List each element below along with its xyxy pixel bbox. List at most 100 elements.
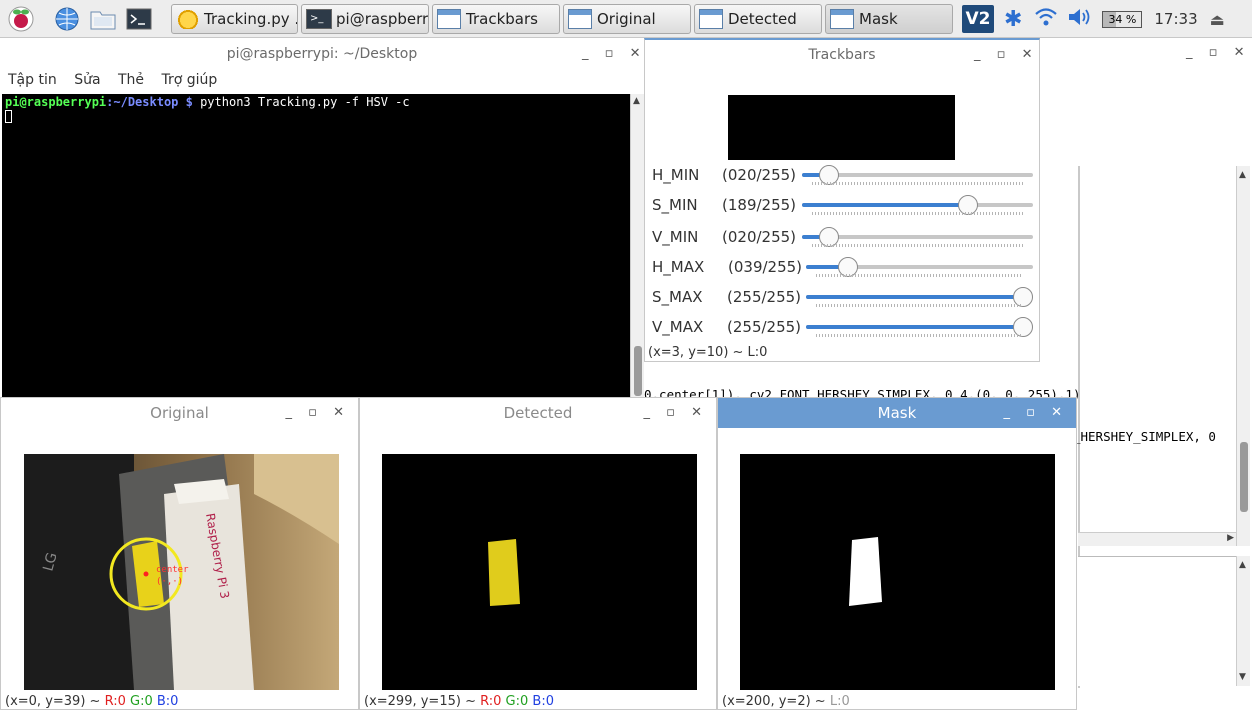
system-tray: V2 ✱ 34 % 17:33 ⏏ bbox=[962, 4, 1225, 34]
trackbar-label: V_MAX bbox=[652, 318, 704, 336]
taskbar-tab-label: Mask bbox=[859, 10, 898, 28]
slider-ticks bbox=[812, 244, 1023, 247]
menu-tabs[interactable]: Thẻ bbox=[118, 72, 144, 88]
terminal-scrollbar[interactable]: ▲ bbox=[630, 94, 644, 400]
trackbar-h-max: H_MAX (039/255) bbox=[652, 252, 1036, 282]
trackbar-label: S_MIN bbox=[652, 196, 698, 214]
original-image[interactable]: Raspberry Pi 3 LG center (·,·) bbox=[24, 454, 339, 690]
wifi-icon[interactable] bbox=[1034, 6, 1058, 32]
slider-fill bbox=[806, 295, 1023, 299]
taskbar-tab-detected[interactable]: Detected bbox=[694, 4, 822, 34]
terminal-cursor bbox=[5, 110, 12, 123]
editor-window-controls[interactable]: _ ▫ ✕ bbox=[1186, 45, 1250, 60]
trackbars-status: (x=3, y=10) ~ L:0 bbox=[648, 345, 768, 360]
mask-window: Mask _ ▫ ✕ (x=200, y=2) ~ L:0 bbox=[717, 397, 1077, 710]
editor-horizontal-scrollbar[interactable]: ▶ bbox=[1078, 532, 1236, 546]
slider-ticks bbox=[816, 334, 1023, 337]
trackbars-preview bbox=[728, 95, 955, 160]
slider-track[interactable] bbox=[806, 257, 1033, 277]
prompt-user: pi@raspberrypi bbox=[5, 95, 107, 109]
trackbar-s-max: S_MAX (255/255) bbox=[652, 282, 1036, 312]
trackbar-label: H_MIN bbox=[652, 166, 700, 184]
trackbar-value: (020/255) bbox=[722, 228, 797, 246]
editor-code[interactable]: 0,center[1]), cv2.FONT_HERSHEY_SIMPLEX, … bbox=[644, 360, 1250, 444]
editor-shell-pane[interactable] bbox=[1078, 556, 1250, 686]
volume-icon[interactable] bbox=[1066, 6, 1094, 32]
slider-fill bbox=[806, 325, 1023, 329]
taskbar-tab-tracking[interactable]: Tracking.py ... bbox=[171, 4, 298, 34]
window-icon bbox=[830, 9, 854, 29]
original-window: Original _ ▫ ✕ Raspberry Pi 3 LG center … bbox=[0, 397, 359, 710]
terminal-title: pi@raspberrypi: ~/Desktop bbox=[226, 46, 418, 62]
taskbar-tab-label: Original bbox=[597, 10, 656, 28]
menu-edit[interactable]: Sửa bbox=[74, 72, 100, 88]
python-idle-icon bbox=[176, 9, 200, 29]
detected-window-controls[interactable]: _ ▫ ✕ bbox=[644, 405, 708, 420]
window-icon bbox=[437, 9, 461, 29]
slider-track[interactable] bbox=[802, 227, 1033, 247]
menu-file[interactable]: Tập tin bbox=[8, 72, 57, 88]
mask-image[interactable] bbox=[740, 454, 1055, 690]
trackbar-s-min: S_MIN (189/255) bbox=[652, 190, 1036, 220]
terminal-menubar: Tập tin Sửa Thẻ Trợ giúp bbox=[0, 72, 221, 92]
trackbar-value: (255/255) bbox=[727, 288, 802, 306]
slider-track[interactable] bbox=[802, 165, 1033, 185]
trackbar-label: S_MAX bbox=[652, 288, 703, 306]
terminal-window-controls[interactable]: _ ▫ ✕ bbox=[582, 46, 646, 61]
slider-ticks bbox=[816, 304, 1023, 307]
trackbar-v-min: V_MIN (020/255) bbox=[652, 222, 1036, 252]
taskbar-tab-label: Trackbars bbox=[466, 10, 538, 28]
trackbars-window-controls[interactable]: _ ▫ ✕ bbox=[974, 47, 1038, 62]
slider-ticks bbox=[816, 274, 1023, 277]
taskbar-tab-mask[interactable]: Mask bbox=[825, 4, 953, 34]
raspberry-menu-icon[interactable] bbox=[6, 5, 36, 33]
eject-icon[interactable]: ⏏ bbox=[1210, 10, 1225, 29]
original-status: (x=0, y=39) ~ R:0 G:0 B:0 bbox=[5, 694, 179, 709]
terminal-launcher-icon[interactable] bbox=[124, 5, 154, 33]
slider-ticks bbox=[812, 212, 1023, 215]
taskbar: Tracking.py ... >_ pi@raspberr... Trackb… bbox=[0, 0, 1252, 38]
web-browser-icon[interactable] bbox=[52, 5, 82, 33]
slider-track[interactable] bbox=[806, 287, 1033, 307]
taskbar-tab-label: Tracking.py ... bbox=[204, 10, 297, 28]
detected-status: (x=299, y=15) ~ R:0 G:0 B:0 bbox=[364, 694, 554, 709]
window-icon bbox=[568, 9, 592, 29]
svg-text:center: center bbox=[156, 565, 189, 575]
prompt-path: :~/Desktop $ bbox=[106, 95, 193, 109]
taskbar-tab-trackbars[interactable]: Trackbars bbox=[432, 4, 560, 34]
taskbar-tab-label: pi@raspberr... bbox=[336, 10, 428, 28]
bluetooth-icon[interactable]: ✱ bbox=[1004, 7, 1022, 32]
editor-vertical-scrollbar[interactable]: ▲ bbox=[1236, 166, 1250, 546]
slider-track[interactable] bbox=[802, 195, 1033, 215]
trackbar-value: (039/255) bbox=[728, 258, 803, 276]
terminal-icon: >_ bbox=[306, 9, 332, 29]
clock[interactable]: 17:33 bbox=[1154, 10, 1197, 28]
detected-window: Detected _ ▫ ✕ (x=299, y=15) ~ R:0 G:0 B… bbox=[359, 397, 717, 710]
terminal-output[interactable]: pi@raspberrypi:~/Desktop $ python3 Track… bbox=[2, 94, 630, 400]
slider-fill bbox=[802, 203, 969, 207]
slider-track[interactable] bbox=[806, 317, 1033, 337]
trackbar-label: V_MIN bbox=[652, 228, 699, 246]
taskbar-tab-terminal[interactable]: >_ pi@raspberr... bbox=[301, 4, 429, 34]
svg-text:(·,·): (·,·) bbox=[156, 577, 183, 587]
shell-scrollbar[interactable]: ▲ ▼ bbox=[1236, 556, 1250, 686]
trackbar-label: H_MAX bbox=[652, 258, 705, 276]
trackbar-value: (255/255) bbox=[727, 318, 802, 336]
menu-help[interactable]: Trợ giúp bbox=[161, 72, 217, 88]
slider-ticks bbox=[812, 182, 1023, 185]
file-manager-icon[interactable] bbox=[88, 5, 118, 33]
trackbar-v-max: V_MAX (255/255) bbox=[652, 312, 1036, 342]
trackbar-h-min: H_MIN (020/255) bbox=[652, 160, 1036, 190]
taskbar-tab-label: Detected bbox=[728, 10, 797, 28]
terminal-command: python3 Tracking.py -f HSV -c bbox=[192, 95, 410, 109]
mask-status: (x=200, y=2) ~ L:0 bbox=[722, 694, 850, 709]
window-icon bbox=[699, 9, 723, 29]
taskbar-tab-original[interactable]: Original bbox=[563, 4, 691, 34]
mask-window-controls[interactable]: _ ▫ ✕ bbox=[1004, 405, 1068, 420]
trackbar-value: (020/255) bbox=[722, 166, 797, 184]
original-window-controls[interactable]: _ ▫ ✕ bbox=[286, 405, 350, 420]
detected-image[interactable] bbox=[382, 454, 697, 690]
battery-indicator[interactable]: 34 % bbox=[1102, 10, 1143, 28]
vnc-icon[interactable]: V2 bbox=[962, 5, 994, 33]
trackbar-value: (189/255) bbox=[722, 196, 797, 214]
